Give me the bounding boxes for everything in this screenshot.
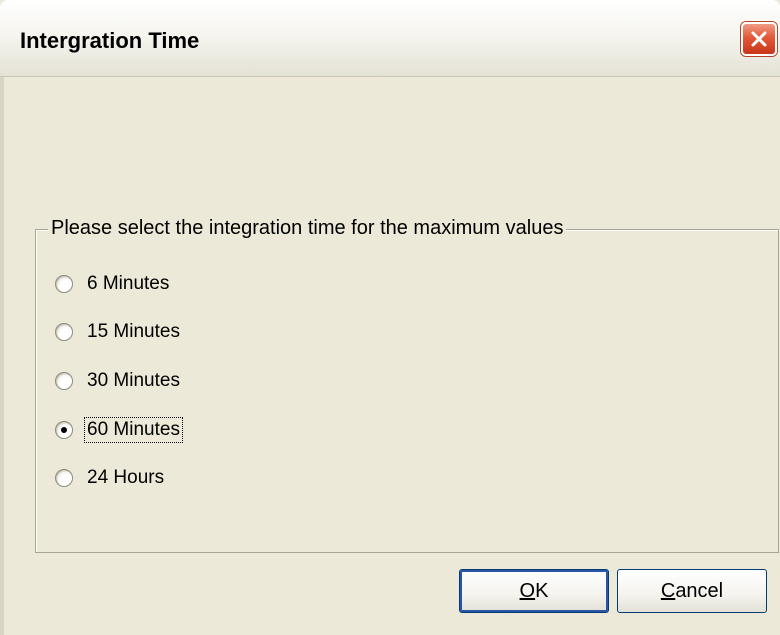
radio-button[interactable] — [55, 323, 73, 341]
ok-label-rest: K — [535, 579, 549, 602]
dialog-window: Intergration Time Please select the inte… — [0, 0, 780, 635]
radio-button[interactable] — [55, 469, 73, 487]
radio-label: 24 Hours — [87, 467, 165, 488]
radio-option-24-hours[interactable]: 24 Hours — [55, 464, 166, 492]
radio-option-6-minutes[interactable]: 6 Minutes — [55, 270, 171, 298]
cancel-mnemonic: C — [660, 579, 676, 602]
radio-option-30-minutes[interactable]: 30 Minutes — [55, 367, 182, 395]
close-button[interactable] — [741, 22, 777, 56]
ok-button[interactable]: OK — [459, 569, 609, 613]
radio-button[interactable] — [55, 372, 73, 390]
title-bar[interactable]: Intergration Time — [0, 0, 780, 77]
group-legend: Please select the integration time for t… — [48, 216, 567, 240]
radio-label: 60 Minutes — [84, 417, 183, 443]
radio-label: 6 Minutes — [87, 273, 170, 294]
radio-dot — [61, 427, 67, 433]
radio-option-15-minutes[interactable]: 15 Minutes — [55, 318, 182, 346]
cancel-label-rest: ancel — [675, 579, 724, 602]
radio-label: 30 Minutes — [87, 370, 180, 391]
close-icon — [751, 31, 767, 47]
radio-button[interactable] — [55, 421, 73, 439]
window-title: Intergration Time — [20, 28, 200, 53]
radio-button[interactable] — [55, 275, 73, 293]
radio-label: 15 Minutes — [87, 321, 180, 342]
ok-mnemonic: O — [519, 579, 536, 602]
radio-option-60-minutes[interactable]: 60 Minutes — [55, 416, 183, 444]
cancel-button[interactable]: Cancel — [617, 569, 767, 613]
